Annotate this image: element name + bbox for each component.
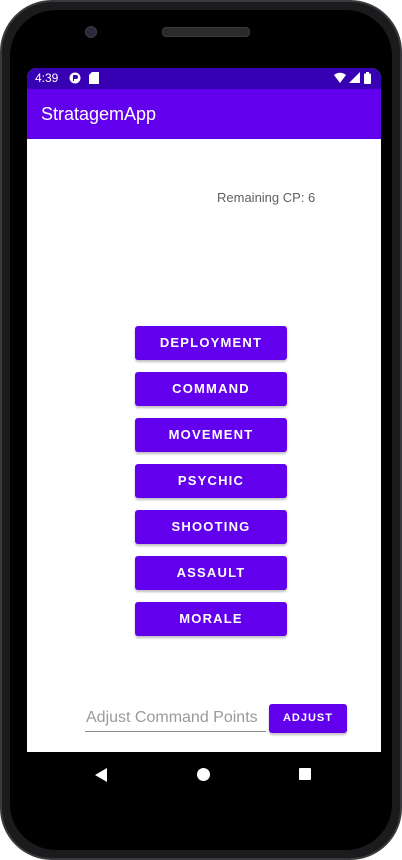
phone-frame: 4:39 StratagemApp Remaining CP: 6 DEPLOY… (0, 0, 402, 860)
app-notification-icon (69, 72, 81, 87)
app-bar: StratagemApp (27, 89, 381, 139)
front-camera (85, 26, 97, 38)
psychic-button[interactable]: PSYCHIC (135, 464, 287, 498)
wifi-icon (334, 72, 346, 86)
battery-icon (364, 72, 371, 87)
sd-card-icon (89, 72, 99, 87)
shooting-button[interactable]: SHOOTING (135, 510, 287, 544)
status-bar: 4:39 (27, 68, 381, 89)
remaining-cp-label: Remaining CP: 6 (217, 190, 316, 205)
assault-button[interactable]: ASSAULT (135, 556, 287, 590)
morale-button[interactable]: MORALE (135, 602, 287, 636)
app-screen: 4:39 StratagemApp Remaining CP: 6 DEPLOY… (27, 68, 381, 752)
adjust-button[interactable]: ADJUST (269, 704, 347, 733)
movement-button[interactable]: MOVEMENT (135, 418, 287, 452)
recents-icon[interactable] (299, 768, 311, 780)
adjust-command-points-input[interactable] (85, 705, 266, 732)
home-icon[interactable] (197, 768, 210, 781)
command-button[interactable]: COMMAND (135, 372, 287, 406)
back-icon[interactable] (95, 768, 107, 782)
navigation-bar (27, 752, 381, 796)
deployment-button[interactable]: DEPLOYMENT (135, 326, 287, 360)
earpiece-speaker (162, 27, 250, 37)
app-title: StratagemApp (41, 104, 157, 124)
signal-icon (349, 72, 360, 86)
status-time: 4:39 (35, 71, 59, 85)
